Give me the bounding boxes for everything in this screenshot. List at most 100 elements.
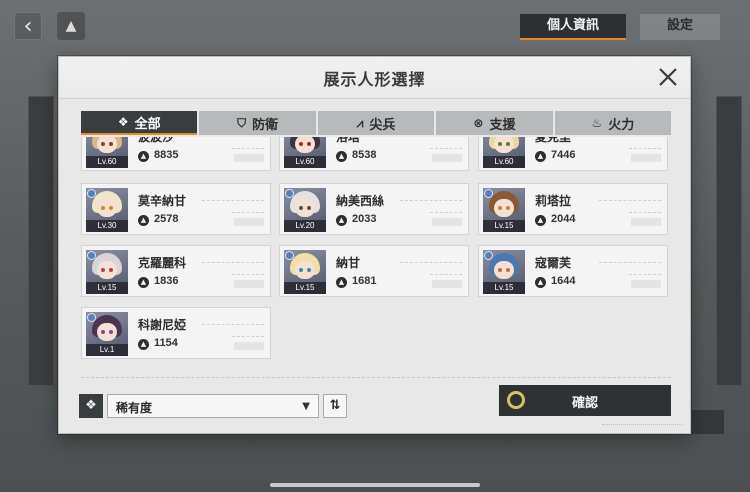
doll-level: Lv.60: [483, 156, 525, 168]
doll-card[interactable]: Lv.30 莫辛納甘 ▲ 2578: [81, 183, 271, 235]
card-decoration: [232, 212, 264, 213]
doll-portrait: Lv.20: [284, 188, 326, 232]
doll-card[interactable]: Lv.60 波波沙 ▲ 8835: [81, 137, 271, 171]
doll-level: Lv.60: [86, 156, 128, 168]
tab-settings[interactable]: 設定: [640, 14, 720, 40]
doll-combat-power: 2044: [551, 213, 576, 225]
confirm-button[interactable]: 確認: [499, 385, 671, 416]
card-decoration: [232, 274, 264, 275]
close-icon: [659, 68, 677, 86]
doll-name: 克羅麗科: [138, 256, 187, 270]
doll-name: 科謝尼婭: [138, 318, 187, 332]
doll-portrait: Lv.60: [86, 137, 128, 168]
doll-card[interactable]: Lv.20 納美西絲 ▲ 2033: [279, 183, 469, 235]
close-button[interactable]: [656, 65, 680, 89]
card-decoration: [631, 218, 661, 226]
rarity-badge-icon: [285, 189, 294, 198]
combat-power-icon: ▲: [138, 215, 149, 226]
rarity-badge-icon: [87, 189, 96, 198]
tab-defense-label: 防衛: [252, 117, 279, 133]
doll-combat-power: 2033: [352, 213, 377, 225]
doll-name: 莫辛納甘: [138, 194, 187, 208]
doll-card[interactable]: Lv.60 洛塔 ▲ 8538: [279, 137, 469, 171]
rarity-badge-icon: [484, 189, 493, 198]
card-decoration: [202, 324, 264, 325]
divider: [81, 377, 671, 378]
card-decoration: [432, 154, 462, 162]
combat-power-icon: ▲: [336, 215, 347, 226]
combat-power-icon: ▲: [535, 215, 546, 226]
card-decoration: [430, 148, 462, 149]
card-decoration: [430, 274, 462, 275]
card-decoration: [430, 212, 462, 213]
tab-support[interactable]: ⊗ 支援: [436, 111, 553, 135]
doll-card[interactable]: Lv.15 寇爾芙 ▲ 1644: [478, 245, 668, 297]
doll-combat-power: 1154: [154, 337, 178, 349]
doll-selection-dialog: 展示人形選擇 ❖ 全部 ⛉ 防衛 ⩘ 尖兵 ⊗ 支援 ♨ 火力 Lv.60 波波沙…: [58, 56, 691, 434]
filter-button[interactable]: ❖: [79, 394, 103, 418]
sort-order-button[interactable]: ⇅: [323, 394, 347, 418]
caret-down-icon: ▼: [302, 401, 310, 412]
doll-level: Lv.30: [86, 220, 128, 232]
card-decoration: [400, 262, 462, 263]
background-panel-left: [28, 96, 54, 386]
footer-decoration: [602, 424, 682, 428]
card-decoration: [599, 200, 661, 201]
rarity-badge-icon: [285, 251, 294, 260]
rarity-badge-icon: [87, 313, 96, 322]
doll-level: Lv.20: [284, 220, 326, 232]
doll-combat-power: 1644: [551, 275, 576, 287]
tab-defense[interactable]: ⛉ 防衛: [199, 111, 316, 135]
background-panel-right: [716, 96, 742, 386]
sort-selected-value: 稀有度: [116, 401, 153, 415]
doll-card[interactable]: Lv.60 夏克里 ▲ 7446: [478, 137, 668, 171]
doll-card[interactable]: Lv.15 克羅麗科 ▲ 1836: [81, 245, 271, 297]
doll-card[interactable]: Lv.15 納甘 ▲ 1681: [279, 245, 469, 297]
home-indicator[interactable]: [270, 483, 480, 487]
doll-level: Lv.15: [483, 282, 525, 294]
sort-dropdown[interactable]: 稀有度 ▼: [107, 394, 319, 418]
combat-power-icon: ▲: [535, 277, 546, 288]
doll-portrait: Lv.15: [483, 250, 525, 294]
tab-vanguard[interactable]: ⩘ 尖兵: [317, 111, 435, 135]
background-top-bar: ‹ ▲ 個人資訊 設定: [0, 0, 750, 52]
doll-portrait: Lv.15: [86, 250, 128, 294]
doll-portrait: Lv.15: [483, 188, 525, 232]
tab-all[interactable]: ❖ 全部: [81, 111, 198, 135]
tab-profile-info[interactable]: 個人資訊: [520, 14, 626, 40]
doll-portrait: Lv.30: [86, 188, 128, 232]
rarity-badge-icon: [87, 251, 96, 260]
back-arrow-icon[interactable]: ‹: [14, 12, 42, 40]
app-logo-icon[interactable]: ▲: [57, 12, 85, 40]
doll-level: Lv.15: [483, 220, 525, 232]
doll-card[interactable]: Lv.1 科謝尼婭 ▲ 1154: [81, 307, 271, 359]
diamond-cluster-icon: ❖: [117, 115, 129, 129]
filter-icon: ❖: [85, 398, 97, 413]
card-decoration: [629, 212, 661, 213]
doll-portrait: Lv.1: [86, 312, 128, 356]
doll-name: 夏克里: [535, 137, 572, 144]
doll-level: Lv.60: [284, 156, 326, 168]
doll-name: 納美西絲: [336, 194, 385, 208]
support-ring-icon: ⊗: [473, 116, 484, 130]
card-decoration: [631, 280, 661, 288]
doll-name: 波波沙: [138, 137, 175, 144]
doll-combat-power: 8538: [352, 149, 377, 161]
card-decoration: [234, 280, 264, 288]
class-filter-tabs: ❖ 全部 ⛉ 防衛 ⩘ 尖兵 ⊗ 支援 ♨ 火力: [81, 111, 672, 135]
doll-list[interactable]: Lv.60 波波沙 ▲ 8835 Lv.60 洛塔 ▲ 8538 Lv.60 夏克里 ▲ 7446 Lv…: [81, 137, 671, 367]
doll-combat-power: 2578: [154, 213, 179, 225]
doll-card[interactable]: Lv.15 莉塔拉 ▲ 2044: [478, 183, 668, 235]
confirm-label: 確認: [571, 396, 598, 411]
doll-combat-power: 1836: [154, 275, 179, 287]
card-decoration: [599, 262, 661, 263]
spearhead-icon: ⩘: [356, 116, 364, 130]
tab-all-label: 全部: [134, 116, 161, 132]
card-decoration: [629, 274, 661, 275]
card-decoration: [232, 336, 264, 337]
combat-power-icon: ▲: [138, 339, 149, 350]
rarity-badge-icon: [484, 251, 493, 260]
dialog-title: 展示人形選擇: [323, 70, 426, 89]
background-button: [692, 410, 724, 434]
tab-firepower[interactable]: ♨ 火力: [554, 111, 672, 135]
